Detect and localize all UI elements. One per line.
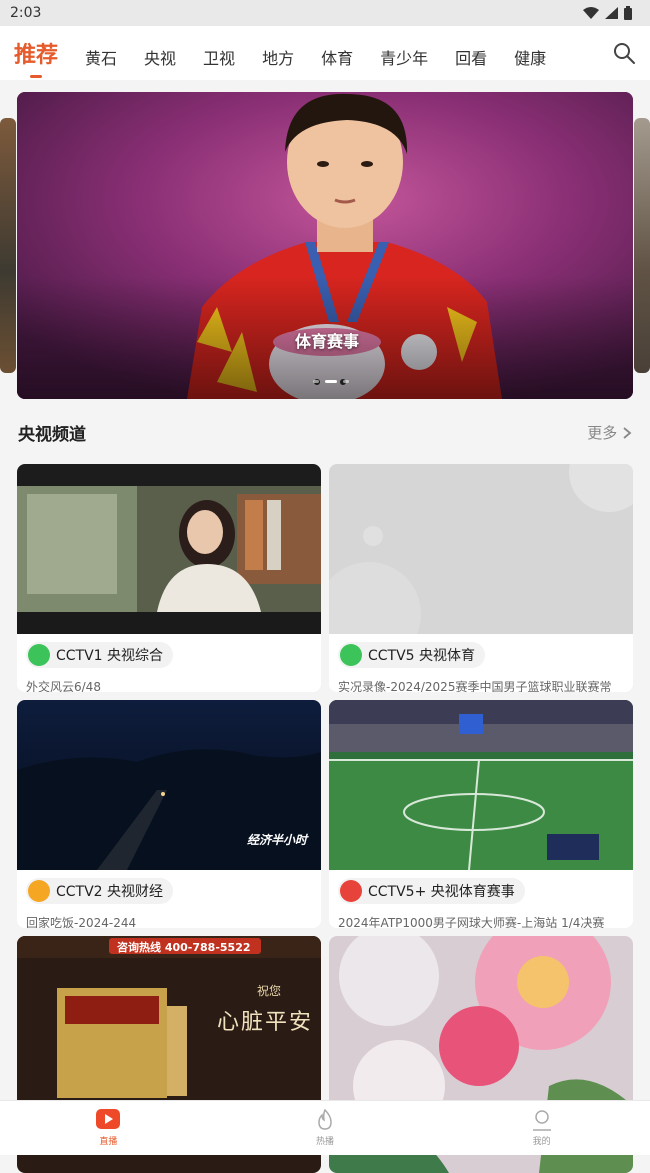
chevron-right-icon: [622, 427, 632, 439]
nav-mine[interactable]: 我的: [482, 1109, 602, 1147]
banner-carousel[interactable]: 体育赛事: [17, 92, 633, 399]
channel-label: CCTV1 央视综合: [26, 642, 173, 668]
channel-name: CCTV5+ 央视体育赛事: [368, 881, 515, 901]
channel-name: CCTV2 央视财经: [56, 881, 163, 901]
banner-pagination: [313, 380, 349, 383]
current-program: 回家吃饭-2024-244: [26, 914, 312, 928]
nav-live-label: 直播: [99, 1134, 117, 1147]
ad-hotline: 咨询热线 400-788-5522: [117, 939, 251, 955]
tab-recommend[interactable]: 推荐: [14, 37, 58, 69]
category-tabs: 推荐 黄石 央视 卫视 地方 体育 青少年 回看 健康: [14, 37, 612, 69]
more-label: 更多: [587, 424, 617, 442]
live-tv-icon: [96, 1109, 120, 1131]
channel-thumbnail-placeholder: [329, 464, 633, 634]
battery-icon: [624, 6, 632, 20]
channel-logo-icon: [340, 644, 362, 666]
tab-sports[interactable]: 体育: [321, 45, 353, 69]
channel-thumbnail: [329, 700, 633, 870]
wifi-icon: [583, 7, 599, 19]
nav-hot-label: 热播: [316, 1134, 334, 1147]
banner-next-slide-peek[interactable]: [634, 118, 650, 373]
channel-logo-icon: [340, 880, 362, 902]
section-title: 央视频道: [18, 420, 86, 445]
channel-card-cctv5plus[interactable]: CCTV5+ 央视体育赛事 2024年ATP1000男子网球大师赛-上海站 1/…: [329, 700, 633, 928]
channel-label: CCTV5 央视体育: [338, 642, 485, 668]
channel-thumbnail: [17, 464, 321, 634]
nav-hot[interactable]: 热播: [265, 1109, 385, 1147]
banner-caption: 体育赛事: [295, 328, 359, 352]
channel-logo-icon: [28, 644, 50, 666]
channel-name: CCTV1 央视综合: [56, 645, 163, 665]
nav-live[interactable]: 直播: [48, 1109, 168, 1147]
current-program: 2024年ATP1000男子网球大师赛-上海站 1/4决赛: [338, 914, 624, 928]
tab-satellite[interactable]: 卫视: [203, 45, 235, 69]
tab-youth[interactable]: 青少年: [380, 45, 428, 69]
tab-cctv[interactable]: 央视: [144, 45, 176, 69]
channel-card-cctv2[interactable]: 经济半小时 CCTV2 央视财经 回家吃饭-2024-244: [17, 700, 321, 928]
status-icons: [583, 6, 632, 20]
more-link[interactable]: 更多: [587, 422, 632, 443]
status-bar: 2:03: [0, 0, 650, 26]
banner-dot-active: [325, 380, 337, 383]
section-header: 央视频道 更多: [18, 420, 632, 445]
channel-label: CCTV2 央视财经: [26, 878, 173, 904]
flame-icon: [314, 1109, 336, 1131]
status-time: 2:03: [10, 5, 41, 21]
channel-card-cctv5[interactable]: CCTV5 央视体育 实况录像-2024/2025赛季中国男子篮球职业联赛常: [329, 464, 633, 692]
banner-dot: [313, 380, 319, 383]
tab-local[interactable]: 地方: [262, 45, 294, 69]
banner-prev-slide-peek[interactable]: [0, 118, 16, 373]
tab-huangshi[interactable]: 黄石: [85, 45, 117, 69]
channel-label: CCTV5+ 央视体育赛事: [338, 878, 525, 904]
signal-icon: [605, 7, 618, 19]
tab-replay[interactable]: 回看: [455, 45, 487, 69]
tab-health[interactable]: 健康: [514, 45, 546, 69]
channel-grid: CCTV1 央视综合 外交风云6/48 CCTV5 央视体育 实况录像-2024…: [17, 464, 633, 1173]
top-category-nav: 推荐 黄石 央视 卫视 地方 体育 青少年 回看 健康: [0, 26, 650, 80]
nav-mine-label: 我的: [533, 1134, 551, 1147]
channel-logo-icon: [28, 880, 50, 902]
search-icon[interactable]: [612, 41, 636, 65]
user-icon: [531, 1109, 553, 1131]
bottom-nav: 直播 热播 我的: [0, 1100, 650, 1155]
channel-card-cctv1[interactable]: CCTV1 央视综合 外交风云6/48: [17, 464, 321, 692]
channel-thumbnail: 经济半小时: [17, 700, 321, 870]
program-logo-overlay: 经济半小时: [247, 831, 307, 848]
ad-slogan: 心脏平安: [217, 1004, 313, 1036]
channel-name: CCTV5 央视体育: [368, 645, 475, 665]
banner-dot: [343, 380, 349, 383]
current-program: 外交风云6/48: [26, 678, 312, 692]
ad-slogan-small: 祝您: [257, 982, 281, 999]
current-program: 实况录像-2024/2025赛季中国男子篮球职业联赛常: [338, 678, 624, 692]
banner-image: [17, 92, 633, 399]
